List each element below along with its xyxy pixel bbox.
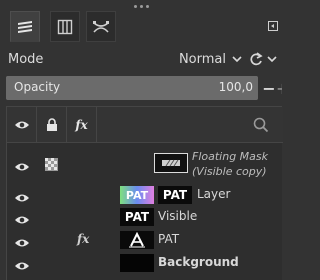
visibility-column-header[interactable] [7, 107, 37, 142]
layer-name: PAT [158, 232, 180, 246]
layer-name: Layer [197, 187, 231, 201]
opacity-decrease-button[interactable]: − [262, 76, 276, 100]
layer-row[interactable]: fx PAT [7, 229, 283, 251]
layers-list-header: fx [7, 107, 283, 143]
search-icon[interactable] [253, 117, 269, 137]
panel-drag-handle[interactable] [0, 2, 282, 10]
text-shape-thumbnail-icon [129, 232, 145, 248]
lock-icon [46, 117, 57, 131]
opacity-slider[interactable]: Opacity 100,0 [6, 76, 258, 100]
chevron-down-icon [232, 56, 242, 63]
mode-select[interactable]: Normal [120, 49, 242, 69]
floating-mask-name-line1: Floating Mask [192, 150, 269, 163]
eye-icon[interactable] [14, 210, 30, 229]
tab-channels[interactable] [50, 11, 80, 42]
tab-paths[interactable] [86, 11, 116, 42]
layer-row[interactable]: PAT Visible [7, 206, 283, 228]
lock-column-header[interactable] [37, 107, 67, 142]
layer-name: Visible [158, 209, 198, 223]
reset-arrow-icon [250, 52, 263, 66]
layer-name: Background [158, 255, 239, 269]
eye-icon [14, 121, 29, 128]
opacity-value: 100,0 [218, 80, 253, 94]
layer-row[interactable]: Background [7, 252, 283, 274]
floating-mask-thumbnail [154, 153, 188, 173]
opacity-increase-button[interactable]: + [276, 76, 282, 100]
composite-mode-button[interactable] [244, 49, 280, 69]
layers-list: fx Floating Mask (Visible copy) PAT PAT … [6, 106, 283, 280]
eye-icon[interactable] [14, 157, 30, 176]
paths-icon [93, 20, 109, 33]
layer-thumbnail-gradient: PAT [120, 186, 154, 204]
mode-row: Mode Normal [0, 46, 282, 72]
layer-thumbnail: PAT [120, 208, 154, 226]
chevron-down-icon [266, 56, 277, 63]
mode-value: Normal [178, 51, 226, 67]
checkerboard-icon[interactable] [45, 156, 58, 175]
fx-column-header[interactable]: fx [67, 107, 97, 142]
eye-icon[interactable] [14, 256, 30, 275]
eye-icon[interactable] [14, 188, 30, 207]
mode-label: Mode [8, 52, 44, 67]
fx-icon[interactable]: fx [77, 232, 89, 246]
eye-icon[interactable] [14, 233, 30, 252]
layers-stack-icon [18, 20, 32, 33]
channels-icon [57, 19, 73, 34]
floating-mask-name: Floating Mask (Visible copy) [192, 149, 268, 179]
opacity-row: Opacity 100,0 − + [0, 76, 282, 101]
tab-menu-icon[interactable] [268, 21, 278, 31]
tab-layers[interactable] [10, 11, 40, 42]
layer-thumbnail [120, 231, 154, 249]
layer-thumbnail [120, 254, 154, 272]
layer-thumbnail-text: PAT [158, 186, 192, 204]
opacity-label: Opacity [14, 80, 61, 94]
layer-row[interactable]: PAT PAT Layer [7, 184, 283, 206]
dock-tab-bar [0, 11, 282, 43]
floating-mask-name-line2: (Visible copy) [192, 165, 267, 178]
